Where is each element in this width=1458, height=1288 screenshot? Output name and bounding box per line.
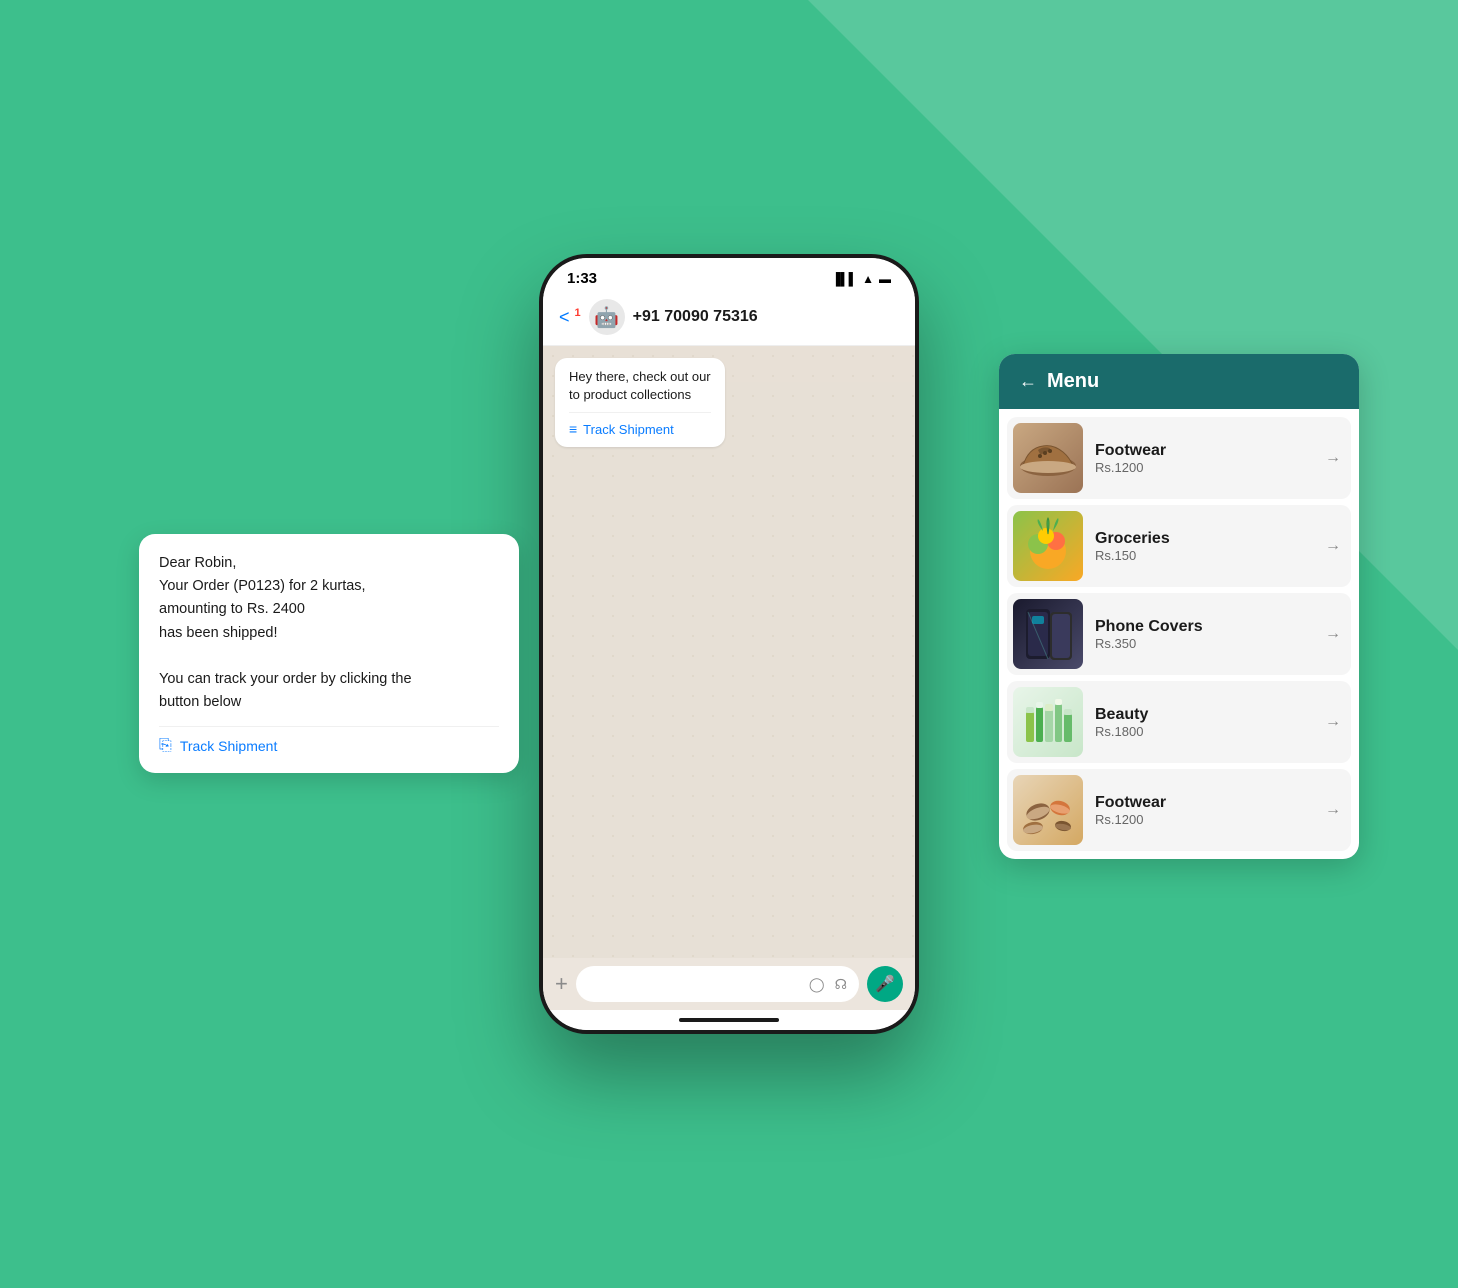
menu-item-name-phones: Phone Covers xyxy=(1095,618,1313,636)
track-shipment-label-2: Track Shipment xyxy=(180,738,278,754)
menu-item-groceries[interactable]: Groceries Rs.150 → xyxy=(1007,505,1351,587)
order-line-2: amounting to Rs. 2400 xyxy=(159,601,305,617)
back-arrow-icon: < xyxy=(559,307,570,327)
menu-item-info-beauty: Beauty Rs.1800 xyxy=(1095,706,1313,739)
list-icon: ≡ xyxy=(569,421,577,437)
chat-input-bar: + ◯ ☊ 🎤 xyxy=(543,958,915,1010)
menu-item-price-groceries: Rs.150 xyxy=(1095,548,1313,563)
menu-item-info-groceries: Groceries Rs.150 xyxy=(1095,530,1313,563)
menu-item-img-phones xyxy=(1013,599,1083,669)
menu-item-img-beauty xyxy=(1013,687,1083,757)
external-link-icon: ⎘ xyxy=(159,737,172,755)
menu-items-list: Footwear Rs.1200 → xyxy=(999,409,1359,859)
menu-item-info-footwear-2: Footwear Rs.1200 xyxy=(1095,794,1313,827)
menu-item-price-footwear-2: Rs.1200 xyxy=(1095,812,1313,827)
order-line-6: button below xyxy=(159,694,241,710)
menu-item-price-phones: Rs.350 xyxy=(1095,636,1313,651)
camera-icon: ☊ xyxy=(835,976,847,993)
menu-item-img-groceries xyxy=(1013,511,1083,581)
menu-item-info-phones: Phone Covers Rs.350 xyxy=(1095,618,1313,651)
status-bar: 1:33 ▐▌▌ ▲ ▬ xyxy=(543,258,915,291)
menu-card: ← Menu Footwear xyxy=(999,354,1359,859)
phone-inner: 1:33 ▐▌▌ ▲ ▬ < 1 🤖 +91 70090 75316 xyxy=(543,258,915,1030)
track-shipment-label-1: Track Shipment xyxy=(583,422,674,437)
menu-item-price-footwear-1: Rs.1200 xyxy=(1095,460,1313,475)
menu-item-name-groceries: Groceries xyxy=(1095,530,1313,548)
bot-icon: 🤖 xyxy=(594,305,619,330)
battery-icon: ▬ xyxy=(879,272,891,286)
menu-item-beauty[interactable]: Beauty Rs.1800 → xyxy=(1007,681,1351,763)
signal-icon: ▐▌▌ xyxy=(832,272,858,286)
menu-item-name-footwear-1: Footwear xyxy=(1095,442,1313,460)
message-input[interactable]: ◯ ☊ xyxy=(576,966,859,1002)
message-text-1: Hey there, check out ourto product colle… xyxy=(569,368,711,404)
scene: 1:33 ▐▌▌ ▲ ▬ < 1 🤖 +91 70090 75316 xyxy=(319,154,1139,1134)
chat-body: Hey there, check out ourto product colle… xyxy=(543,346,915,958)
order-line-3: has been shipped! xyxy=(159,625,278,641)
sticker-icon: ◯ xyxy=(809,976,825,993)
menu-item-name-beauty: Beauty xyxy=(1095,706,1313,724)
order-message-text: Dear Robin, Your Order (P0123) for 2 kur… xyxy=(159,552,499,714)
menu-item-img-footwear-2 xyxy=(1013,775,1083,845)
mic-icon: 🎤 xyxy=(875,974,895,994)
menu-item-price-beauty: Rs.1800 xyxy=(1095,724,1313,739)
menu-item-arrow-beauty: → xyxy=(1325,713,1341,731)
menu-item-footwear-1[interactable]: Footwear Rs.1200 → xyxy=(1007,417,1351,499)
unread-badge: 1 xyxy=(575,307,581,319)
menu-item-info-footwear-1: Footwear Rs.1200 xyxy=(1095,442,1313,475)
chat-phone-number: +91 70090 75316 xyxy=(633,308,758,326)
wifi-icon: ▲ xyxy=(862,272,874,286)
track-shipment-link-2[interactable]: ⎘ Track Shipment xyxy=(159,726,499,755)
mic-button[interactable]: 🎤 xyxy=(867,966,903,1002)
menu-item-name-footwear-2: Footwear xyxy=(1095,794,1313,812)
attach-button[interactable]: + xyxy=(555,971,568,997)
menu-item-arrow-footwear-1: → xyxy=(1325,449,1341,467)
menu-back-arrow-icon[interactable]: ← xyxy=(1019,371,1037,392)
home-bar xyxy=(543,1010,915,1030)
menu-item-arrow-footwear-2: → xyxy=(1325,801,1341,819)
bot-avatar: 🤖 xyxy=(589,299,625,335)
menu-item-img-footwear-1 xyxy=(1013,423,1083,493)
home-indicator xyxy=(679,1018,779,1022)
back-button[interactable]: < 1 xyxy=(559,307,581,328)
menu-item-footwear-2[interactable]: Footwear Rs.1200 → xyxy=(1007,769,1351,851)
menu-header: ← Menu xyxy=(999,354,1359,409)
chat-header: < 1 🤖 +91 70090 75316 xyxy=(543,291,915,346)
order-line-5: You can track your order by clicking the xyxy=(159,671,412,687)
menu-item-phone-covers[interactable]: Phone Covers Rs.350 → xyxy=(1007,593,1351,675)
track-shipment-link-1[interactable]: ≡ Track Shipment xyxy=(569,412,711,437)
phone: 1:33 ▐▌▌ ▲ ▬ < 1 🤖 +91 70090 75316 xyxy=(539,254,919,1034)
status-time: 1:33 xyxy=(567,270,597,287)
order-bubble: Dear Robin, Your Order (P0123) for 2 kur… xyxy=(139,534,519,773)
message-bubble-1: Hey there, check out ourto product colle… xyxy=(555,358,725,447)
menu-item-arrow-phones: → xyxy=(1325,625,1341,643)
status-icons: ▐▌▌ ▲ ▬ xyxy=(832,272,891,286)
menu-title: Menu xyxy=(1047,370,1099,393)
order-line-1: Your Order (P0123) for 2 kurtas, xyxy=(159,578,366,594)
greeting-line: Dear Robin, xyxy=(159,555,236,571)
menu-item-arrow-groceries: → xyxy=(1325,537,1341,555)
